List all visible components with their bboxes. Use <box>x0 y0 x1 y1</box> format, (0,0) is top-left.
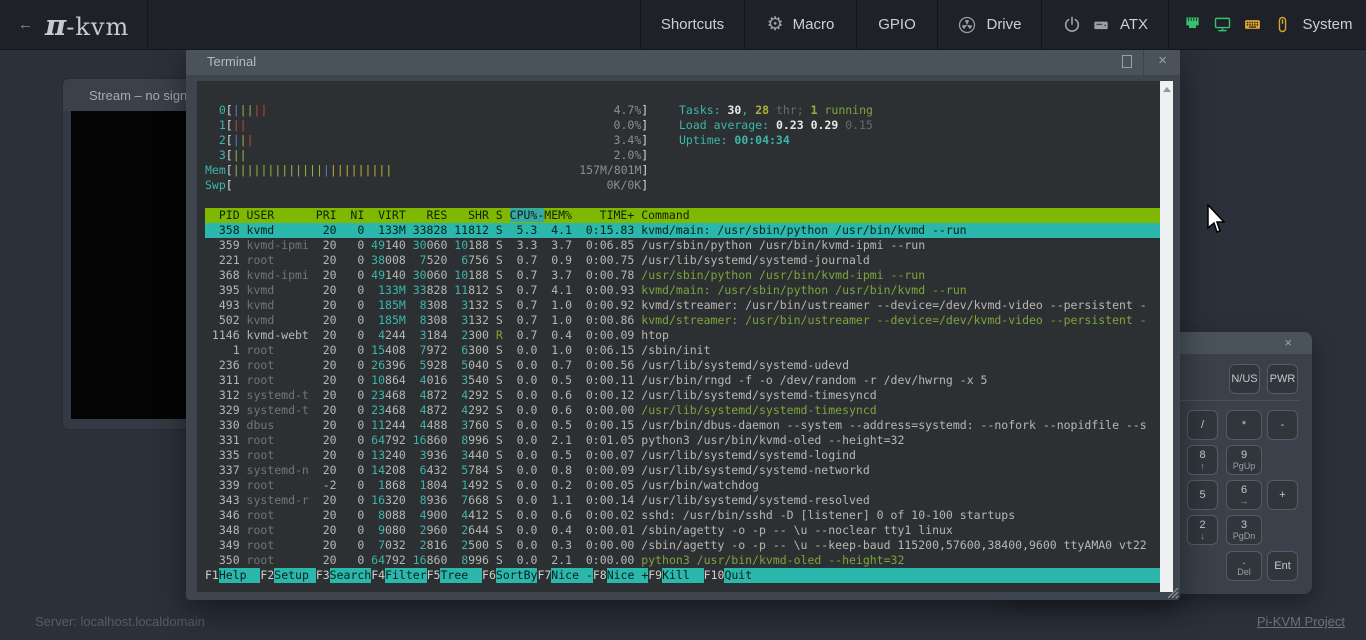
htop-screen: 0[||||| 4.7%] 1[|| 0.0%] 2[||| 3.4%] 3[|… <box>197 81 1160 592</box>
resize-grip[interactable] <box>1165 585 1179 599</box>
htop-function-key-bar: F1Help F2Setup F3SearchF4FilterF5Tree F6… <box>205 568 1160 583</box>
terminal-title: Terminal <box>207 54 256 69</box>
mouse-cursor <box>1207 204 1229 234</box>
numpad-key-k6[interactable]: 6→ <box>1226 480 1262 510</box>
power-icon <box>1062 15 1082 35</box>
pikvm-logo: π-kvm <box>45 8 129 42</box>
htop-process-row: 502 kvmd 20 0 185M 8308 3132 S 0.7 1.0 0… <box>205 313 1160 328</box>
logo-pi: π <box>45 8 66 42</box>
nav-atx[interactable]: ATX <box>1041 0 1168 49</box>
htop-process-row: 348 root 20 0 9080 2960 2644 S 0.0 0.4 0… <box>205 523 1160 538</box>
numpad-key-sub-k[interactable]: - <box>1267 410 1298 440</box>
drive-box-icon <box>1091 15 1111 35</box>
navbar-spacer <box>148 0 640 49</box>
brand-area: ← π-kvm <box>0 0 148 49</box>
numpad-close-button[interactable]: × <box>1284 335 1292 350</box>
htop-summary: Tasks: 30, 28 thr; 1 runningLoad average… <box>679 103 873 148</box>
numpad-key-ent[interactable]: Ent <box>1267 551 1298 581</box>
nav-macro-label: Macro <box>793 16 835 33</box>
htop-process-row: 343 systemd-r 20 0 16320 8936 7668 S 0.0… <box>205 493 1160 508</box>
numpad-key-add[interactable]: + <box>1267 480 1298 510</box>
htop-process-row: 350 root 20 0 64792 16860 8996 S 0.0 2.1… <box>205 553 1160 568</box>
terminal-titlebar[interactable]: Terminal × <box>186 48 1180 75</box>
htop-process-row: 395 kvmd 20 0 133M 33828 11812 S 0.7 4.1… <box>205 283 1160 298</box>
gear-icon: ⚙ <box>767 15 784 34</box>
htop-process-row: 358 kvmd 20 0 133M 33828 11812 S 5.3 4.1… <box>205 223 1160 238</box>
nav-gpio[interactable]: GPIO <box>856 0 937 49</box>
close-button[interactable]: × <box>1158 52 1167 69</box>
htop-process-row: 337 systemd-n 20 0 14208 6432 5784 S 0.0… <box>205 463 1160 478</box>
numpad-key-pwr[interactable]: PWR <box>1267 364 1298 394</box>
nav-drive-label: Drive <box>986 16 1021 33</box>
htop-process-row: 329 systemd-t 20 0 23468 4872 4292 S 0.0… <box>205 403 1160 418</box>
server-hostname: Server: localhost.localdomain <box>35 614 205 629</box>
htop-process-row: 359 kvmd-ipmi 20 0 49140 30060 10188 S 3… <box>205 238 1160 253</box>
htop-process-row: 368 kvmd-ipmi 20 0 49140 30060 10188 S 0… <box>205 268 1160 283</box>
numpad-key-k9[interactable]: 9PgUp <box>1226 445 1262 475</box>
htop-process-row: 312 systemd-t 20 0 23468 4872 4292 S 0.0… <box>205 388 1160 403</box>
htop-process-row: 221 root 20 0 38008 7520 6756 S 0.7 0.9 … <box>205 253 1160 268</box>
htop-process-row: 236 root 20 0 26396 5928 5040 S 0.0 0.7 … <box>205 358 1160 373</box>
ethernet-icon <box>1182 14 1203 35</box>
nav-drive[interactable]: Drive <box>937 0 1041 49</box>
nav-shortcuts[interactable]: Shortcuts <box>640 0 744 49</box>
pikvm-page: ← π-kvm Shortcuts ⚙ Macro GPIO Drive <box>0 0 1366 640</box>
numpad-key-k2[interactable]: 2↓ <box>1187 515 1218 545</box>
nav-system-label: System <box>1302 16 1352 33</box>
htop-process-row: 1 root 20 0 15408 7972 6300 S 0.0 1.0 0:… <box>205 343 1160 358</box>
htop-table-header: PID USER PRI NI VIRT RES SHR S CPU%-MEM%… <box>205 208 1160 223</box>
scroll-up-arrow[interactable] <box>1163 87 1171 92</box>
logo-kvm: -kvm <box>66 13 129 41</box>
mouse-icon <box>1272 14 1293 35</box>
display-icon <box>1212 14 1233 35</box>
terminal-output[interactable]: 0[||||| 4.7%] 1[|| 0.0%] 2[||| 3.4%] 3[|… <box>197 81 1160 592</box>
htop-process-row: 493 kvmd 20 0 185M 8308 3132 S 0.7 1.0 0… <box>205 298 1160 313</box>
titlebar-divider <box>1143 48 1144 75</box>
htop-process-row: 330 dbus 20 0 11244 4488 3760 S 0.0 0.5 … <box>205 418 1160 433</box>
htop-process-row: 335 root 20 0 13240 3936 3440 S 0.0 0.5 … <box>205 448 1160 463</box>
terminal-window: Terminal × 0[||||| 4.7%] 1[|| 0.0%] 2[||… <box>186 48 1180 600</box>
nav-macro[interactable]: ⚙ Macro <box>744 0 856 49</box>
stream-title: Stream – no signal <box>89 88 197 103</box>
maximize-button[interactable] <box>1122 55 1132 68</box>
pikvm-project-link[interactable]: Pi-KVM Project <box>1257 614 1345 629</box>
htop-process-row: 311 root 20 0 10864 4016 3540 S 0.0 0.5 … <box>205 373 1160 388</box>
numpad-key-k5[interactable]: 5 <box>1187 480 1218 510</box>
nav-atx-label: ATX <box>1120 16 1148 33</box>
top-navbar: ← π-kvm Shortcuts ⚙ Macro GPIO Drive <box>0 0 1366 50</box>
htop-process-row: 331 root 20 0 64792 16860 8996 S 0.0 2.1… <box>205 433 1160 448</box>
nav-system[interactable]: System <box>1168 0 1366 49</box>
keyboard-icon <box>1242 14 1263 35</box>
numpad-key-k8[interactable]: 8↑ <box>1187 445 1218 475</box>
numpad-key-mul[interactable]: * <box>1226 410 1262 440</box>
numpad-key-k3[interactable]: 3PgDn <box>1226 515 1262 545</box>
nav-shortcuts-label: Shortcuts <box>661 16 724 33</box>
numpad-key-div[interactable]: / <box>1187 410 1218 440</box>
back-arrow-icon[interactable]: ← <box>18 16 33 33</box>
htop-process-row: 339 root -2 0 1868 1804 1492 S 0.0 0.2 0… <box>205 478 1160 493</box>
terminal-scrollbar[interactable] <box>1160 81 1173 592</box>
fan-icon <box>957 15 977 35</box>
nav-gpio-label: GPIO <box>878 16 916 33</box>
htop-process-row: 346 root 20 0 8088 4900 4412 S 0.0 0.6 0… <box>205 508 1160 523</box>
numpad-key-dot[interactable]: .Del <box>1226 551 1262 581</box>
numpad-key-nus[interactable]: N/US <box>1229 364 1260 394</box>
htop-process-row: 1146 kvmd-webt 20 0 4244 3184 2300 R 0.7… <box>205 328 1160 343</box>
htop-process-row: 349 root 20 0 7032 2816 2500 S 0.0 0.3 0… <box>205 538 1160 553</box>
